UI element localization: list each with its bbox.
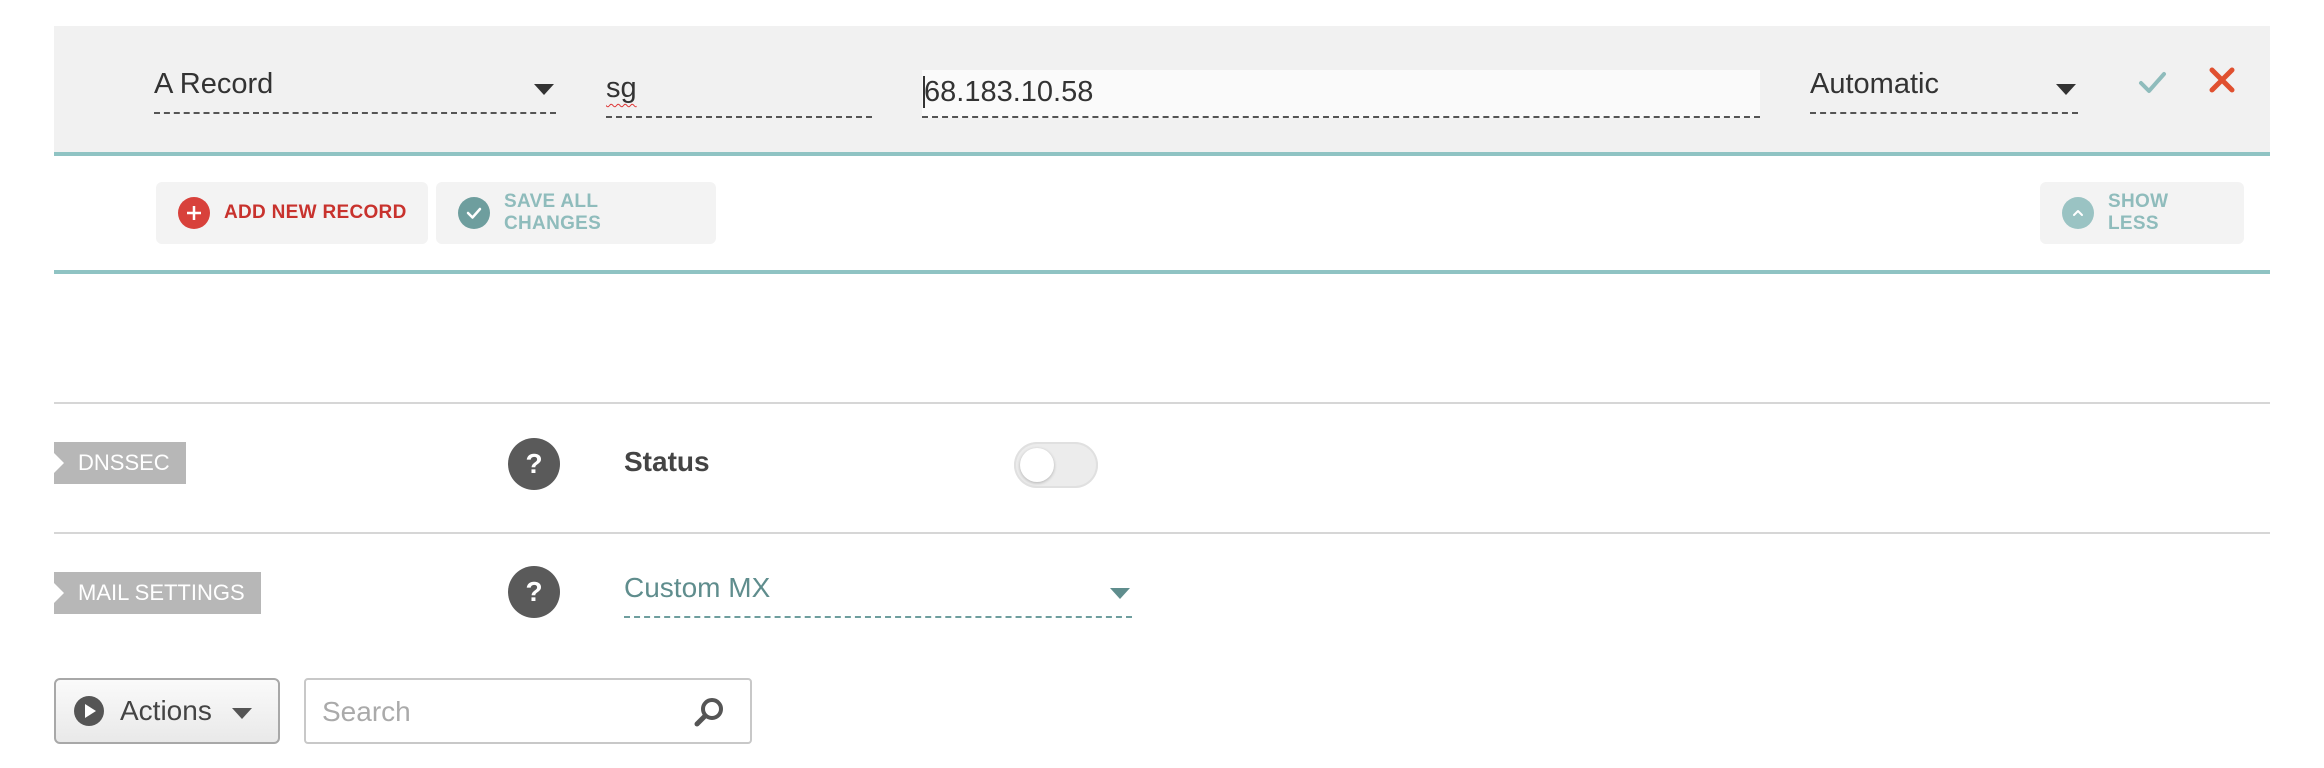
play-icon (74, 696, 104, 726)
record-type-value: A Record (154, 68, 274, 100)
show-less-label: SHOW LESS (2108, 191, 2169, 234)
show-less-button[interactable]: SHOW LESS (2040, 182, 2244, 244)
search-box (304, 678, 752, 744)
close-icon[interactable] (2204, 62, 2240, 98)
dnssec-status-toggle[interactable] (1014, 442, 1098, 488)
chevron-down-icon (1110, 588, 1130, 599)
mail-settings-help-icon[interactable]: ? (508, 566, 560, 618)
host-value: sg (606, 72, 637, 104)
chevron-down-icon (232, 708, 252, 719)
record-type-select[interactable]: A Record (154, 68, 556, 114)
chevron-up-icon (2062, 197, 2094, 229)
search-input[interactable] (320, 690, 684, 734)
mail-mx-value: Custom MX (624, 572, 771, 603)
chevron-down-icon (534, 84, 554, 95)
dnssec-tag: DNSSEC (54, 442, 186, 484)
toggle-knob (1020, 448, 1054, 482)
chevron-down-icon (2056, 84, 2076, 95)
section-divider (54, 532, 2270, 534)
search-icon[interactable] (692, 696, 726, 730)
save-all-changes-button[interactable]: SAVE ALL CHANGES (436, 182, 716, 244)
dnssec-help-icon[interactable]: ? (508, 438, 560, 490)
check-icon[interactable] (2134, 64, 2170, 100)
record-action-bar: ADD NEW RECORD SAVE ALL CHANGES SHOW LES… (54, 156, 2270, 274)
host-input[interactable]: sg (606, 72, 872, 118)
mail-mx-select[interactable]: Custom MX (624, 572, 1132, 618)
record-edit-row: A Record sg 68.183.10.58 Automatic (54, 26, 2270, 156)
actions-dropdown-button[interactable]: Actions (54, 678, 280, 744)
dnssec-status-label: Status (624, 446, 710, 477)
section-divider (54, 402, 2270, 404)
mail-settings-tag: MAIL SETTINGS (54, 572, 261, 614)
ttl-select[interactable]: Automatic (1810, 68, 2078, 114)
value-input[interactable]: 68.183.10.58 (922, 70, 1760, 118)
check-circle-icon (458, 197, 490, 229)
add-new-record-label: ADD NEW RECORD (224, 202, 407, 223)
plus-circle-icon (178, 197, 210, 229)
actions-label: Actions (120, 695, 212, 726)
ip-value: 68.183.10.58 (924, 76, 1094, 108)
save-all-changes-label: SAVE ALL CHANGES (504, 191, 602, 234)
ttl-value: Automatic (1810, 68, 1939, 100)
add-new-record-button[interactable]: ADD NEW RECORD (156, 182, 428, 244)
